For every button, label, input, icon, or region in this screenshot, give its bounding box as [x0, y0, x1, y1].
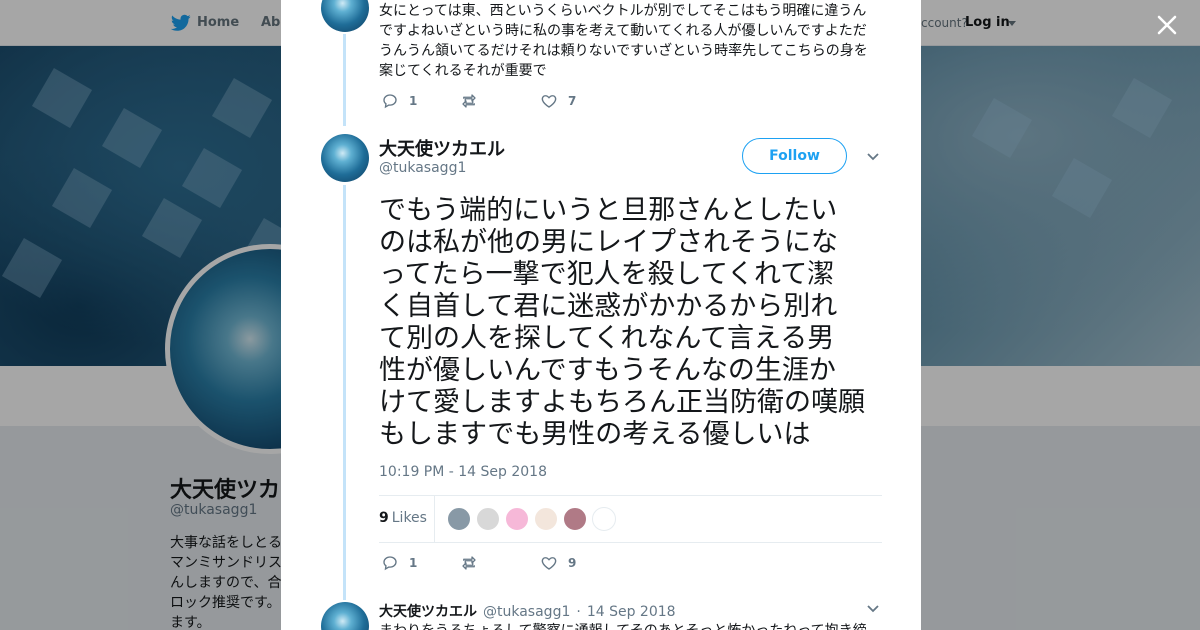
thread-line [343, 185, 346, 600]
follow-button[interactable]: Follow [742, 138, 847, 174]
next-tweet-avatar[interactable] [321, 602, 369, 630]
author-name[interactable]: 大天使ツカエル [379, 135, 505, 161]
chevron-down-icon[interactable] [866, 152, 880, 162]
author-avatar[interactable] [321, 134, 369, 182]
tweet-text-line: でもう端的にいうと旦那さんとしたい [379, 195, 838, 226]
like-button[interactable]: 7 [540, 92, 576, 110]
reply-icon [383, 94, 397, 109]
liker-avatar[interactable] [476, 507, 500, 531]
liker-avatar[interactable] [592, 507, 616, 531]
tweet-text-line: ってたら一撃で犯人を殺してくれて潔 [379, 259, 835, 290]
retweet-icon [462, 556, 476, 570]
like-button[interactable]: 9 [540, 554, 576, 572]
likes-label: Likes [391, 510, 427, 526]
reply-count: 1 [409, 94, 418, 108]
liker-avatar[interactable] [505, 507, 529, 531]
next-tweet-text: まわりをうろちょろして警察に通報してそのあとそっと怖かったねって抱き締 [379, 621, 867, 630]
tweet-text-line: けて愛しますよもちろん正当防衛の嘆願 [379, 387, 865, 418]
reply-icon [383, 556, 397, 571]
thread-line [343, 34, 346, 126]
tweet-text-line: もしますでも男性の考える優しいは [379, 419, 811, 450]
tweet-text-line: 性が優しいんですもうそんなの生涯か [379, 355, 836, 386]
previous-tweet-line: うんうん頷いてるだけそれは頼りないですいざという時率先してこちらの身を [379, 43, 868, 59]
likes-stat[interactable]: 9 Likes [379, 510, 427, 526]
reply-count: 1 [409, 556, 418, 570]
previous-tweet-line: 案じてくれるそれが重要で [379, 63, 547, 79]
heart-icon [541, 95, 557, 108]
likes-number: 9 [379, 510, 389, 526]
divider [379, 495, 882, 496]
previous-tweet-avatar[interactable] [321, 0, 369, 32]
close-icon[interactable] [1152, 10, 1182, 40]
tweet-text-line: のは私が他の男にレイプされそうにな [379, 227, 838, 258]
separator-dot: · [576, 604, 581, 620]
tweet-text-line: て別の人を探してくれなんて言える男 [379, 323, 835, 354]
author-handle[interactable]: @tukasagg1 [379, 160, 466, 176]
retweet-button[interactable] [460, 92, 488, 110]
next-tweet-author-name[interactable]: 大天使ツカエル [379, 601, 477, 621]
retweet-button[interactable] [460, 554, 488, 572]
retweet-icon [462, 94, 476, 108]
tweet-text-line: く自首して君に迷惑がかかるから別れ [379, 291, 838, 322]
heart-icon [541, 557, 557, 570]
liker-avatar[interactable] [563, 507, 587, 531]
reply-button[interactable]: 1 [381, 554, 417, 572]
tweet-modal: 女にとっては東、西というくらいベクトルが別でしてそこはもう明確に違うん ですよね… [281, 0, 921, 630]
previous-tweet-line: 女にとっては東、西というくらいベクトルが別でしてそこはもう明確に違うん [379, 3, 867, 19]
like-count: 9 [568, 556, 577, 570]
previous-tweet-text: 女にとっては東、西というくらいベクトルが別でしてそこはもう明確に違うん ですよね… [379, 1, 879, 81]
chevron-down-icon[interactable] [866, 604, 880, 614]
liker-avatar[interactable] [534, 507, 558, 531]
like-count: 7 [568, 94, 577, 108]
next-tweet-date[interactable]: 14 Sep 2018 [587, 604, 676, 620]
next-tweet-author-handle[interactable]: @tukasagg1 [483, 604, 570, 620]
reply-button[interactable]: 1 [381, 92, 417, 110]
tweet-timestamp[interactable]: 10:19 PM - 14 Sep 2018 [379, 464, 547, 480]
liker-avatar[interactable] [447, 507, 471, 531]
tweet-text: でもう端的にいうと旦那さんとしたい のは私が他の男にレイプされそうにな ってたら… [379, 195, 889, 451]
divider [434, 496, 435, 542]
next-tweet-header: 大天使ツカエル @tukasagg1 · 14 Sep 2018 [379, 601, 676, 621]
divider [379, 542, 882, 543]
previous-tweet-line: ですよねいざという時に私の事を考えて動いてくれる人が優しいんですよただ [379, 23, 867, 39]
